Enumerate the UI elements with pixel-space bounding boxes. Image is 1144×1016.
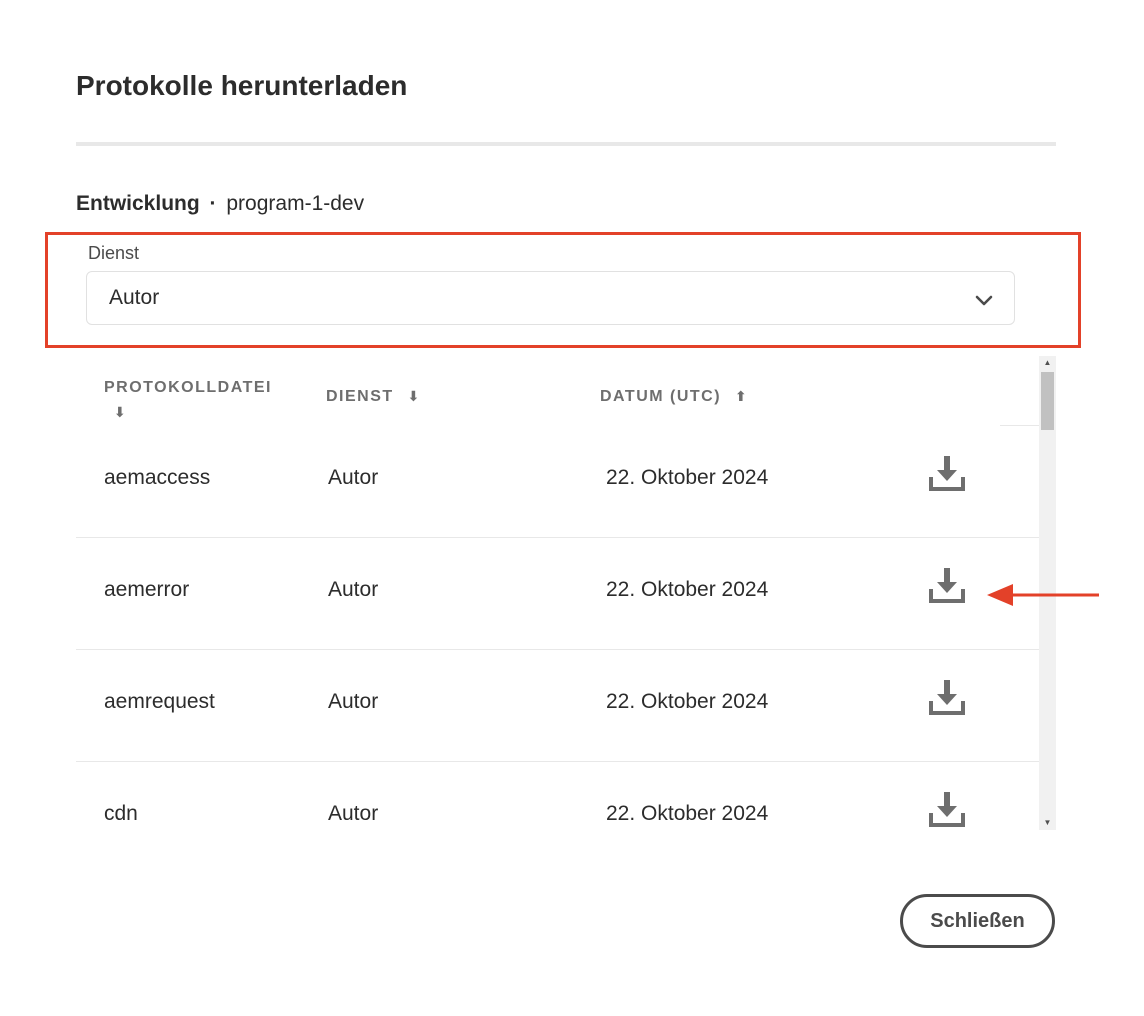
environment-id: program-1-dev [226,192,365,215]
column-header-service-label: DIENST [326,388,394,405]
download-icon [929,792,965,827]
service-select-value: Autor [109,286,160,309]
scroll-up-arrow-icon[interactable]: ▲ [1039,356,1056,370]
scrollbar-thumb[interactable] [1041,372,1054,430]
cell-service: Autor [328,690,379,713]
sort-desc-icon: ⬇ [114,404,128,420]
sort-asc-icon: ⬆ [735,388,749,404]
download-button[interactable] [924,674,970,720]
column-header-file-label: PROTOKOLLDATEI [104,379,272,396]
column-header-date-label: DATUM (UTC) [600,388,722,405]
column-header-date[interactable]: DATUM (UTC) ⬆ [600,388,748,406]
environment-name: Entwicklung [76,192,200,215]
title-divider [76,142,1056,146]
table-row: aemaccess Autor 22. Oktober 2024 [76,426,1039,538]
table-row: cdn Autor 22. Oktober 2024 [76,762,1039,830]
download-button[interactable] [924,562,970,608]
dialog-title: Protokolle herunterladen [76,70,408,101]
download-icon [929,680,965,715]
cell-service: Autor [328,578,379,601]
close-button[interactable]: Schließen [900,894,1055,948]
table-row: aemrequest Autor 22. Oktober 2024 [76,650,1039,762]
download-button[interactable] [924,450,970,496]
cell-date: 22. Oktober 2024 [606,802,769,825]
cell-date: 22. Oktober 2024 [606,690,769,713]
environment-line: Entwicklung · program-1-dev [76,192,364,216]
cell-file: aemaccess [104,466,211,489]
cell-file: aemrequest [104,690,215,713]
download-icon [929,568,965,603]
download-icon [929,456,965,491]
environment-separator: · [209,192,217,215]
chevron-down-icon [975,295,993,306]
sort-desc-icon: ⬇ [407,388,421,404]
cell-service: Autor [328,802,379,825]
download-button[interactable] [924,786,970,830]
cell-file: cdn [104,802,138,825]
service-field-label: Dienst [88,243,140,263]
column-header-file[interactable]: PROTOKOLLDATEI ⬇ [104,376,272,425]
cell-date: 22. Oktober 2024 [606,466,769,489]
scroll-down-arrow-icon[interactable]: ▼ [1039,816,1056,830]
column-header-service[interactable]: DIENST ⬇ [326,388,421,406]
log-table: PROTOKOLLDATEI ⬇ DIENST ⬇ DATUM (UTC) ⬆ … [76,356,1056,830]
table-row: aemerror Autor 22. Oktober 2024 [76,538,1039,650]
arrow-left-icon [987,584,1099,606]
cell-date: 22. Oktober 2024 [606,578,769,601]
service-select[interactable]: Autor [86,271,1015,325]
cell-file: aemerror [104,578,190,601]
cell-service: Autor [328,466,379,489]
